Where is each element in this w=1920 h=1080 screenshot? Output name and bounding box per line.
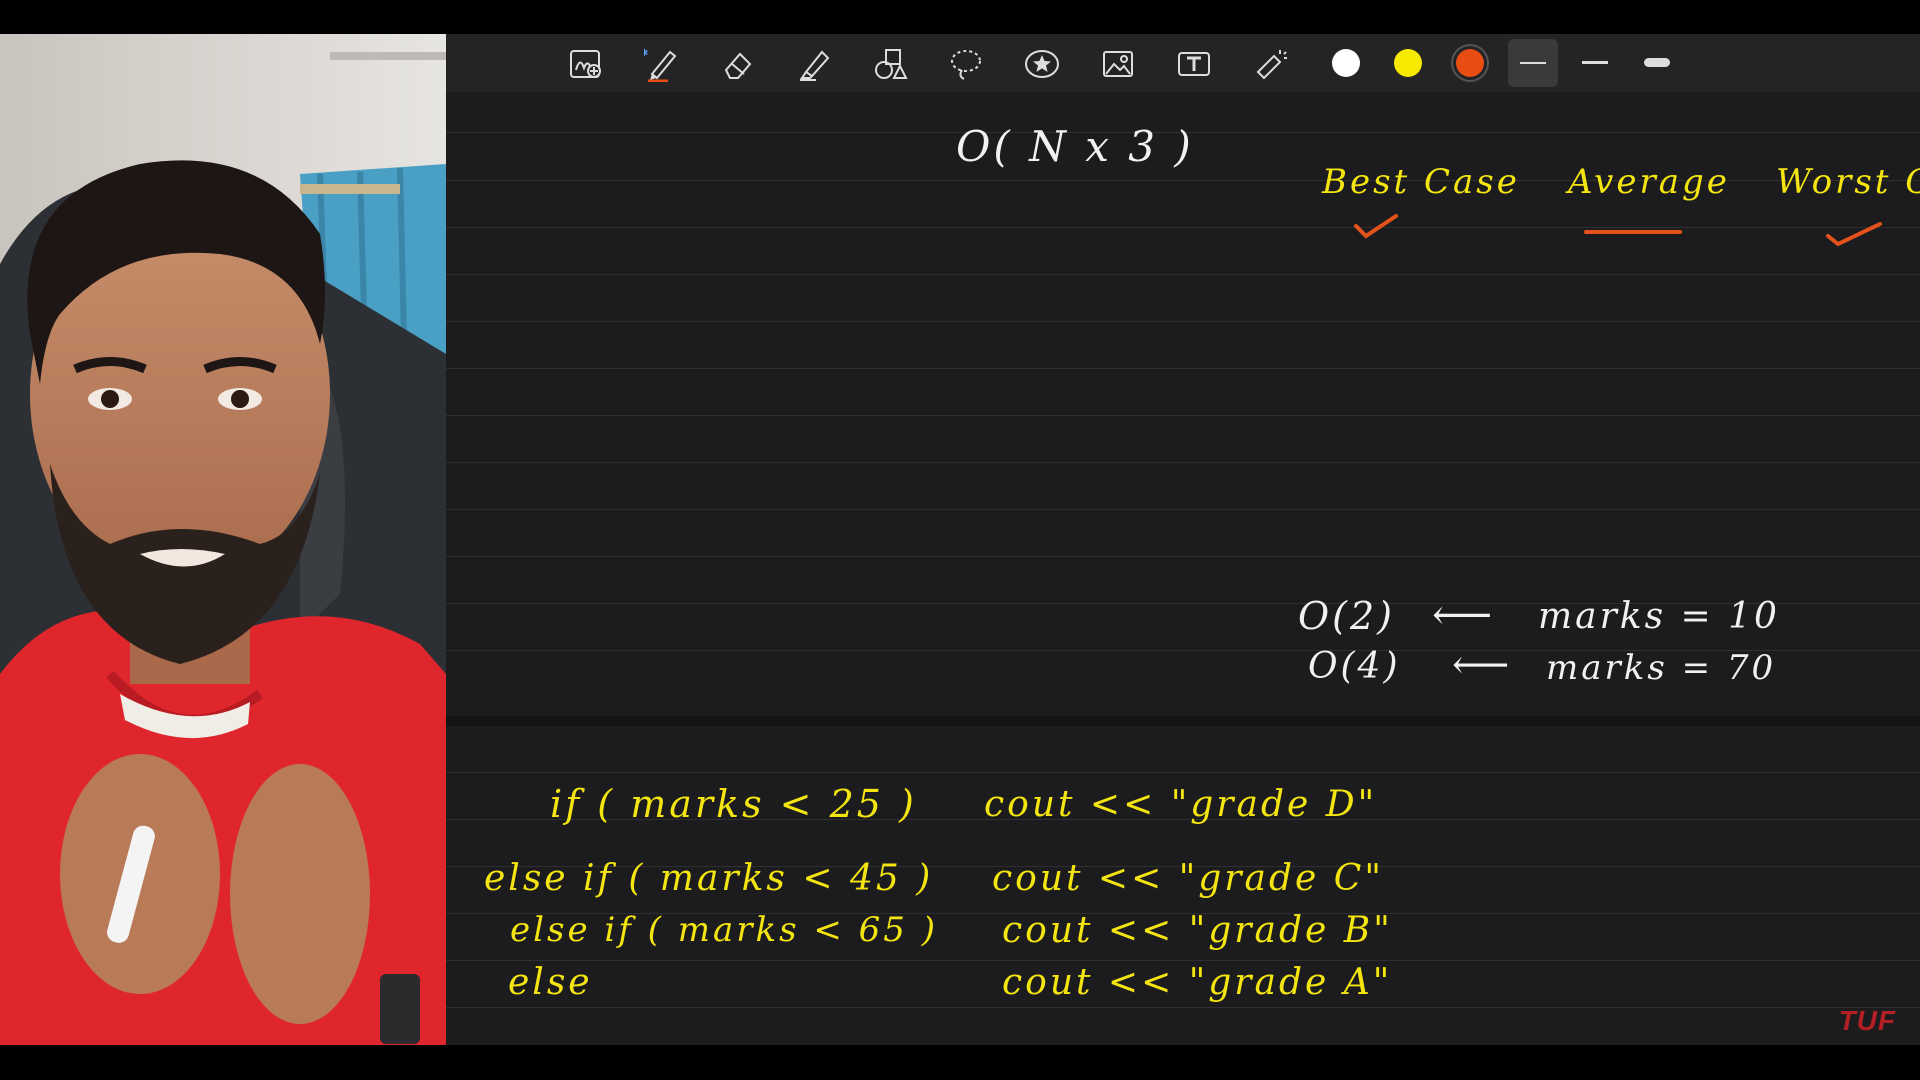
- shapes-icon[interactable]: [870, 44, 910, 84]
- example-1-complexity: O(2): [1298, 594, 1395, 638]
- stroke-width-thick[interactable]: [1644, 58, 1670, 67]
- complexity-formula: O( N x 3 ): [956, 122, 1194, 171]
- example-2-label: marks = 70: [1546, 648, 1777, 688]
- lasso-icon[interactable]: [946, 44, 986, 84]
- page-divider: [446, 716, 1920, 726]
- best-case-check-mark: [1354, 214, 1398, 239]
- code-line-4-condition: else: [508, 962, 593, 1003]
- notes-canvas[interactable]: ✱ O(N x 3) Best Case Average Worst O(2…: [446, 34, 1920, 1045]
- drawing-toolbar: ✱: [446, 34, 1920, 92]
- svg-text:✱: ✱: [644, 48, 648, 59]
- color-swatch-orange[interactable]: [1456, 49, 1484, 77]
- worst-case-check-mark: [1826, 222, 1882, 247]
- code-line-4-action: cout << "grade A": [1002, 962, 1393, 1003]
- average-case-label: Average: [1568, 162, 1730, 202]
- color-swatch-white[interactable]: [1332, 49, 1360, 77]
- webcam-feed: [0, 34, 446, 1045]
- laser-pointer-icon[interactable]: [1250, 44, 1290, 84]
- add-page-icon[interactable]: [566, 44, 606, 84]
- code-line-2-condition: else if ( marks < 45 ): [484, 858, 934, 899]
- highlighter-icon[interactable]: [794, 44, 834, 84]
- star-sticker-icon[interactable]: [1022, 44, 1062, 84]
- code-line-1-action: cout << "grade D": [984, 784, 1378, 825]
- example-2-arrow: ⟵: [1452, 642, 1513, 688]
- code-line-1-condition: if ( marks < 25 ): [550, 782, 917, 826]
- code-line-3-condition: else if ( marks < 65 ): [510, 910, 938, 950]
- worst-case-label: Worst Case: [1776, 162, 1920, 202]
- channel-logo: TUF: [1838, 1005, 1896, 1036]
- code-line-3-action: cout << "grade B": [1002, 910, 1393, 951]
- example-2-complexity: O(4): [1308, 646, 1401, 687]
- code-line-2-action: cout << "grade C": [992, 858, 1384, 899]
- eraser-icon[interactable]: [718, 44, 758, 84]
- image-icon[interactable]: [1098, 44, 1138, 84]
- average-case-underline: [1584, 230, 1682, 234]
- text-icon[interactable]: [1174, 44, 1214, 84]
- pen-icon[interactable]: ✱: [642, 44, 682, 84]
- color-swatch-yellow[interactable]: [1394, 49, 1422, 77]
- example-1-arrow: ⟵: [1432, 590, 1496, 639]
- video-frame: ✱ O(N x 3) Best Case Average Worst O(2…: [0, 34, 1920, 1045]
- example-1-label: marks = 10: [1538, 596, 1780, 637]
- best-case-label: Best Case: [1322, 162, 1520, 202]
- stroke-width-medium[interactable]: [1582, 61, 1608, 64]
- presenter-image: [0, 34, 446, 1045]
- stroke-width-thin[interactable]: [1508, 39, 1558, 87]
